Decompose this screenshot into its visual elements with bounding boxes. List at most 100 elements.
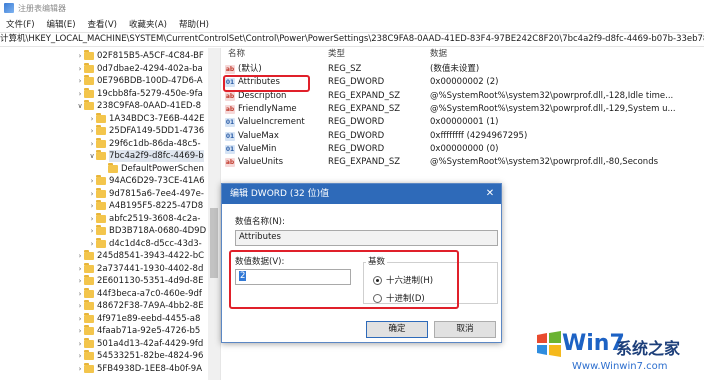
tree-item[interactable]: › 54533251-82be-4824-96 [76, 350, 203, 362]
tree-item[interactable]: › 9d7815a6-7ee4-497e- [88, 187, 204, 200]
tree-scrollbar-thumb[interactable] [210, 208, 218, 278]
chevron-right-icon[interactable]: › [76, 50, 84, 62]
value-type-cell: REG_EXPAND_SZ [328, 157, 401, 168]
folder-icon [96, 212, 106, 223]
folder-icon [96, 200, 106, 210]
tree-item[interactable]: › 02F815B5-A5CF-4C84-BF [76, 50, 204, 62]
chevron-right-icon[interactable]: › [88, 113, 96, 125]
value-row[interactable]: 01 ValueMin REG_DWORD 0x00000000 (0) [222, 143, 704, 156]
column-header-data[interactable]: 数据 [430, 48, 447, 60]
chevron-right-icon[interactable]: › [88, 213, 96, 225]
tree-item[interactable]: › 44f3beca-a7c0-460e-9df [76, 287, 202, 300]
chevron-right-icon[interactable]: › [88, 200, 96, 212]
value-data-cell: @%SystemRoot%\system32\powrprof.dll,-80,… [430, 157, 659, 168]
highlight-box-attributes [223, 75, 310, 92]
value-row[interactable]: ab ValueUnits REG_EXPAND_SZ @%SystemRoot%\s… [222, 156, 704, 169]
value-type-cell: REG_DWORD [328, 143, 385, 154]
tree-item[interactable]: › BD3B718A-0680-4D9D [88, 225, 206, 237]
tree-item[interactable]: › A4B195F5-8225-47D8 [88, 200, 203, 212]
tree-item[interactable]: › d4c1d4c8-d5cc-43d3- [88, 237, 202, 250]
chevron-right-icon[interactable]: › [76, 313, 84, 325]
tree-item-label: 2a737441-1930-4402-8d [97, 263, 204, 274]
value-row[interactable]: 01 ValueMax REG_DWORD 0xffffffff (429496729… [222, 130, 704, 143]
watermark-url: Www.Winwin7.com [572, 361, 668, 372]
ok-button[interactable]: 确定 [366, 321, 428, 338]
value-data-cell: (数值未设置) [430, 64, 480, 74]
tree-item[interactable]: › 245d8541-3943-4422-bC [76, 250, 204, 262]
folder-icon [96, 175, 106, 185]
chevron-right-icon[interactable]: › [76, 250, 84, 262]
chevron-right-icon[interactable]: › [76, 363, 84, 375]
menu-file[interactable]: 文件(F) [6, 18, 35, 30]
tree-item[interactable]: › 4f971e89-eebd-4455-a8 [76, 312, 200, 325]
chevron-right-icon[interactable]: › [76, 350, 84, 362]
tree-item[interactable]: › 4faab71a-92e5-4726-b5 [76, 325, 200, 337]
tree-item[interactable]: › abfc2519-3608-4c2a- [88, 212, 200, 225]
column-header-name[interactable]: 名称 [228, 48, 245, 60]
chevron-right-icon[interactable]: › [76, 325, 84, 337]
tree-item[interactable]: › 0E796BDB-100D-47D6-A [76, 75, 203, 87]
tree-item[interactable]: ∨ 238C9FA8-0AAD-41ED-8 [76, 100, 201, 112]
tree-item-label: 245d8541-3943-4422-bC [97, 251, 205, 261]
chevron-right-icon[interactable]: › [76, 63, 84, 75]
menu-favorites[interactable]: 收藏夹(A) [129, 18, 167, 30]
chevron-right-icon[interactable]: › [76, 88, 84, 100]
tree-item[interactable]: DefaultPowerSchen [100, 162, 204, 175]
chevron-right-icon[interactable]: › [88, 238, 96, 250]
value-row[interactable]: 01 ValueIncrement REG_DWORD 0x00000001 (1) [222, 116, 704, 129]
value-row[interactable]: ab FriendlyName REG_EXPAND_SZ @%SystemRoot%… [222, 103, 704, 116]
tree-item[interactable]: › 0d7dbae2-4294-402a-ba [76, 62, 203, 75]
chevron-right-icon[interactable]: › [88, 188, 96, 200]
tree-item[interactable]: › 29f6c1db-86da-48c5- [88, 137, 201, 150]
tree-item-label: 7bc4a2f9-d8fc-4469-b [109, 150, 204, 162]
folder-icon [96, 187, 106, 198]
menu-view[interactable]: 查看(V) [88, 18, 117, 30]
tree-item[interactable]: › 48672F38-7A9A-4bb2-8E [76, 300, 204, 312]
tree-item[interactable]: › 2E601130-5351-4d9d-8E [76, 275, 203, 287]
chevron-right-icon[interactable]: › [88, 225, 96, 237]
tree-scrollbar[interactable] [208, 48, 220, 380]
tree-item[interactable]: › 5FB4938D-1EE8-4b0f-9A [76, 362, 202, 375]
tree-item[interactable]: › 94AC6D29-73CE-41A6 [88, 175, 204, 187]
chevron-down-icon[interactable]: ∨ [88, 150, 96, 162]
string-value-icon: ab [225, 65, 235, 74]
folder-icon [84, 337, 94, 348]
folder-icon [96, 150, 106, 160]
value-data-cell: 0x00000001 (1) [430, 117, 499, 128]
tree-item-label: 4faab71a-92e5-4726-b5 [97, 326, 201, 336]
tree-item[interactable]: › 1A34BDC3-7E6B-442E [88, 112, 205, 125]
tree-item-label: 19cbb8fa-5279-450e-9fa [97, 88, 203, 99]
value-data-cell: 0xffffffff (4294967295) [430, 130, 528, 141]
windows-flag-icon [537, 331, 561, 357]
chevron-right-icon[interactable]: › [76, 275, 84, 287]
chevron-right-icon[interactable]: › [76, 300, 84, 312]
chevron-right-icon[interactable]: › [88, 125, 96, 137]
cancel-button[interactable]: 取消 [434, 321, 496, 338]
chevron-right-icon[interactable]: › [88, 138, 96, 150]
tree-item[interactable]: › 2a737441-1930-4402-8d [76, 262, 204, 275]
folder-icon [84, 287, 94, 298]
chevron-right-icon[interactable]: › [76, 263, 84, 275]
chevron-down-icon[interactable]: ∨ [76, 100, 84, 112]
tree-item[interactable]: › 19cbb8fa-5279-450e-9fa [76, 87, 203, 100]
menu-help[interactable]: 帮助(H) [179, 18, 209, 30]
chevron-right-icon[interactable]: › [88, 175, 96, 187]
address-bar[interactable]: 计算机\HKEY_LOCAL_MACHINE\SYSTEM\CurrentCon… [0, 32, 704, 47]
menu-edit[interactable]: 编辑(E) [47, 18, 76, 30]
tree-item[interactable]: › 25DFA149-5DD1-4736 [88, 125, 204, 137]
tree-item-label: 0d7dbae2-4294-402a-ba [97, 63, 203, 74]
tree-item-label: 238C9FA8-0AAD-41ED-8 [97, 101, 202, 111]
folder-icon [84, 262, 94, 273]
tree-item-label: 1A34BDC3-7E6B-442E [109, 113, 205, 124]
tree-item[interactable]: › 501a4d13-42af-4429-9fd [76, 337, 203, 350]
chevron-right-icon[interactable]: › [76, 288, 84, 300]
chevron-right-icon[interactable]: › [76, 338, 84, 350]
close-icon[interactable]: ✕ [483, 184, 497, 204]
window-title: 注册表编辑器 [18, 3, 66, 13]
folder-icon [84, 250, 94, 260]
registry-tree[interactable]: › 02F815B5-A5CF-4C84-BF › 0d7dbae2-4294-402… [0, 48, 221, 380]
tree-item-label: BD3B718A-0680-4D9D [109, 226, 207, 236]
chevron-right-icon[interactable]: › [76, 75, 84, 87]
tree-item[interactable]: ∨ 7bc4a2f9-d8fc-4469-b [88, 150, 204, 162]
column-header-type[interactable]: 类型 [328, 48, 345, 60]
